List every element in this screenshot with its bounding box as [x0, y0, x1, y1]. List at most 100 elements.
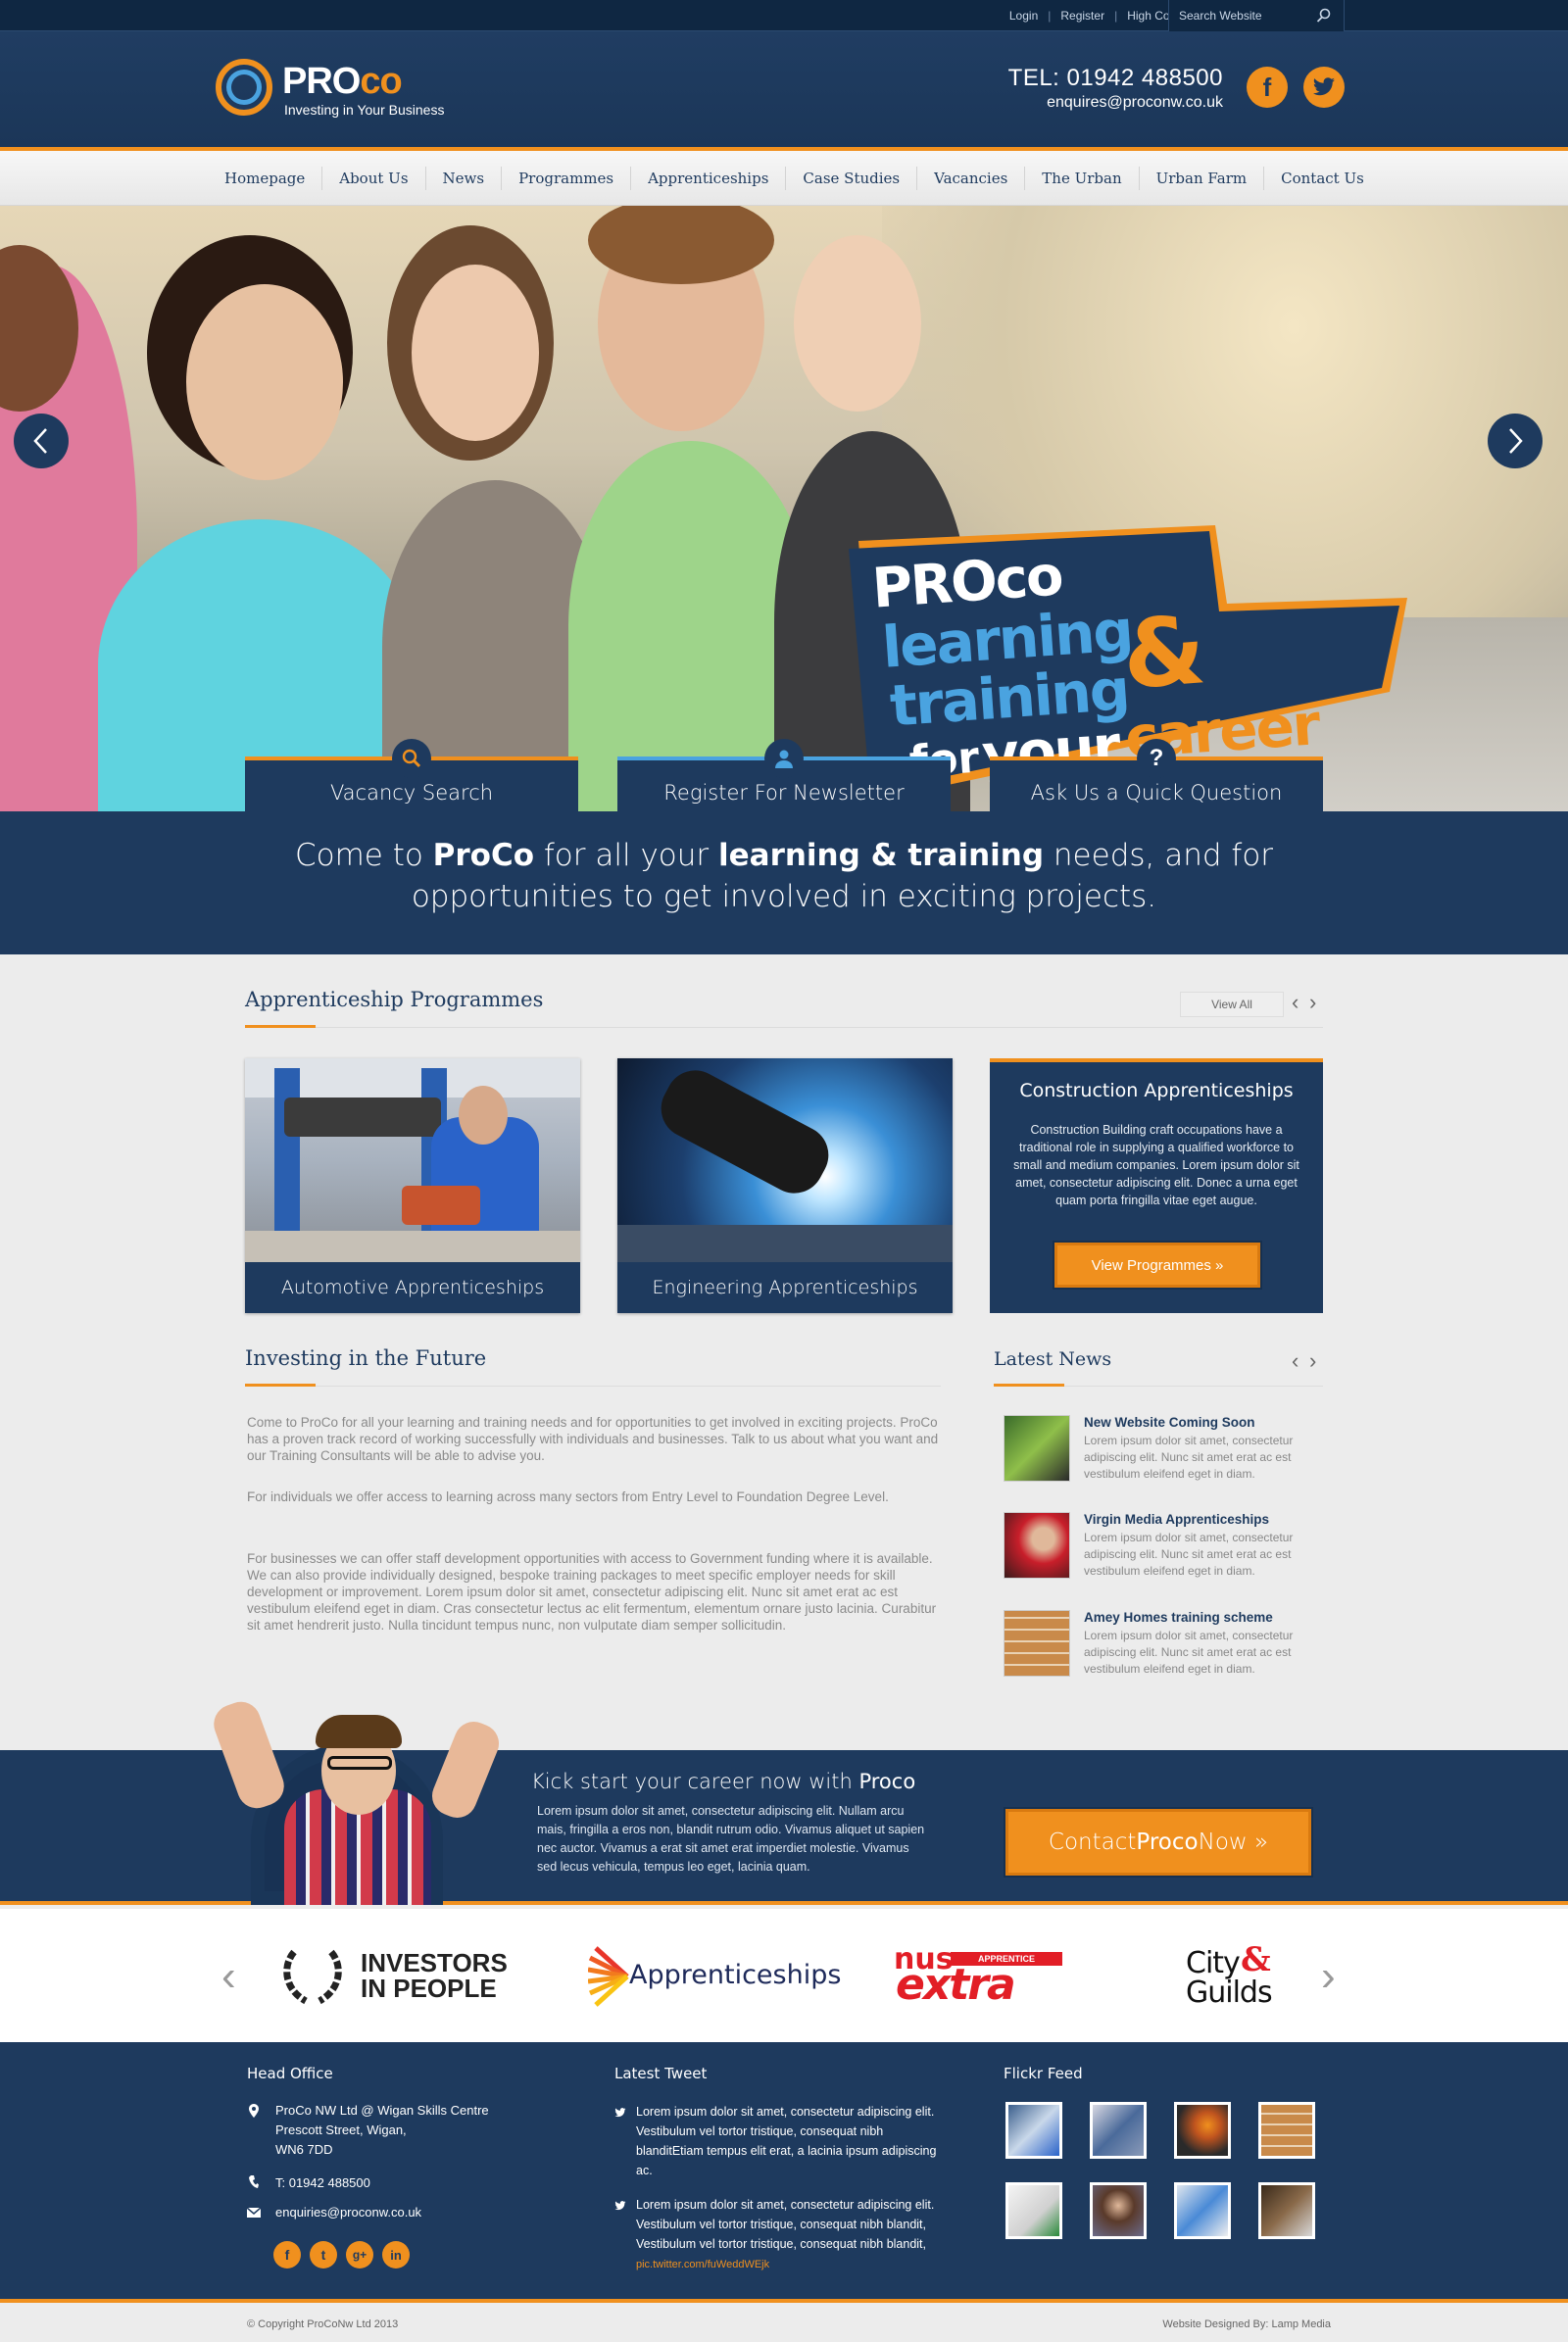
cta-text: Lorem ipsum dolor sit amet, consectetur …: [537, 1804, 925, 1874]
flickr-thumbnail[interactable]: [1005, 2182, 1062, 2239]
news-thumbnail: [1004, 1415, 1070, 1482]
location-pin-icon: [247, 2104, 261, 2121]
chevron-left-icon[interactable]: ‹: [1292, 1348, 1298, 1374]
flickr-thumbnail[interactable]: [1174, 2102, 1231, 2159]
news-title[interactable]: Virgin Media Apprenticeships: [1084, 1512, 1269, 1527]
facebook-icon[interactable]: f: [1247, 67, 1288, 108]
separator: |: [1048, 9, 1052, 23]
search-box: [1168, 0, 1345, 31]
nav-homepage[interactable]: Homepage: [208, 167, 323, 190]
address-line: ProCo NW Ltd @ Wigan Skills Centre: [275, 2103, 489, 2118]
slider-next-button[interactable]: [1488, 414, 1543, 468]
investors-in-people-logo[interactable]: INVESTORS IN PEOPLE: [280, 1940, 508, 2009]
construction-title: Construction Apprenticeships: [1019, 1080, 1294, 1101]
view-all-button[interactable]: View All: [1180, 992, 1284, 1017]
news-excerpt: Lorem ipsum dolor sit amet, consectetur …: [1084, 1629, 1294, 1676]
news-title[interactable]: New Website Coming Soon: [1084, 1415, 1255, 1430]
chevron-right-icon[interactable]: ›: [1321, 1952, 1336, 2001]
news-thumbnail: [1004, 1512, 1070, 1579]
flickr-thumbnail[interactable]: [1005, 2102, 1062, 2159]
head-office-heading: Head Office: [247, 2065, 333, 2082]
intro-line-1: Come to ProCo for all your learning & tr…: [294, 838, 1274, 873]
chevron-right-icon[interactable]: ›: [1309, 990, 1316, 1015]
automotive-image: [245, 1058, 580, 1262]
header-phone: TEL: 01942 488500: [1007, 65, 1223, 91]
nav-contact-us[interactable]: Contact Us: [1264, 167, 1381, 190]
city-and-guilds-logo[interactable]: City & Guilds: [1186, 1940, 1294, 2010]
tweet-text: Lorem ipsum dolor sit amet, consectetur …: [636, 2198, 935, 2270]
heading-underline: [994, 1384, 1064, 1387]
construction-text: Construction Building craft occupations …: [1013, 1123, 1299, 1207]
tweet-link[interactable]: pic.twitter.com/fuWeddWEjk: [636, 2259, 769, 2270]
automotive-card[interactable]: Automotive Apprenticeships: [245, 1058, 580, 1313]
engineering-card[interactable]: Engineering Apprenticeships: [617, 1058, 953, 1313]
logo-ring-icon: [216, 59, 272, 116]
view-programmes-button[interactable]: View Programmes »: [1054, 1243, 1260, 1288]
nav-apprenticeships[interactable]: Apprenticeships: [631, 167, 787, 190]
search-icon[interactable]: [1316, 8, 1332, 24]
flickr-thumbnail[interactable]: [1258, 2182, 1315, 2239]
facebook-icon[interactable]: f: [273, 2241, 301, 2269]
twitter-icon[interactable]: t: [310, 2241, 337, 2269]
logo[interactable]: PROco Investing in Your Business: [216, 57, 470, 125]
separator: |: [1114, 9, 1118, 23]
chevron-right-icon: [1509, 428, 1523, 454]
nav-about-us[interactable]: About Us: [322, 167, 426, 190]
news-item[interactable]: New Website Coming Soon Lorem ipsum dolo…: [1004, 1415, 1323, 1486]
section-title: Apprenticeship Programmes: [245, 988, 544, 1011]
nav-case-studies[interactable]: Case Studies: [786, 167, 918, 190]
mail-icon: [246, 2207, 262, 2220]
google-plus-icon[interactable]: g+: [346, 2241, 373, 2269]
contact-proco-button[interactable]: Contact Proco Now »: [1005, 1809, 1311, 1876]
twitter-icon: [614, 2198, 626, 2216]
flickr-thumbnail[interactable]: [1258, 2102, 1315, 2159]
heading-underline: [245, 1025, 316, 1028]
banner-ampersand: &: [1119, 595, 1209, 710]
investing-paragraph: For businesses we can offer staff develo…: [247, 1551, 937, 1633]
investors-line-1: INVESTORS: [361, 1948, 508, 1977]
engineering-label: Engineering Apprenticeships: [652, 1277, 918, 1298]
chevron-left-icon: [33, 428, 47, 454]
investing-paragraph: Come to ProCo for all your learning and …: [247, 1415, 939, 1463]
flickr-thumbnail[interactable]: [1090, 2102, 1147, 2159]
nav-programmes[interactable]: Programmes: [502, 167, 632, 190]
chevron-left-icon[interactable]: ‹: [221, 1952, 236, 2001]
student-face: [412, 265, 539, 441]
flickr-thumbnail[interactable]: [1090, 2182, 1147, 2239]
news-item[interactable]: Amey Homes training scheme Lorem ipsum d…: [1004, 1610, 1323, 1681]
slider-prev-button[interactable]: [14, 414, 69, 468]
nav-the-urban[interactable]: The Urban: [1025, 167, 1140, 190]
cta-title: Kick start your career now with Proco: [531, 1770, 916, 1793]
footer-email[interactable]: enquiries@proconw.co.uk: [275, 2203, 421, 2222]
news-excerpt: Lorem ipsum dolor sit amet, consectetur …: [1084, 1434, 1294, 1481]
nus-extra-logo[interactable]: nus APPRENTICE extra: [894, 1942, 1070, 2010]
search-input[interactable]: [1179, 9, 1316, 23]
header-email[interactable]: enquires@proconw.co.uk: [1008, 94, 1223, 112]
intro-line-2: opportunities to get involved in excitin…: [411, 879, 1157, 914]
footer-phone: T: 01942 488500: [275, 2175, 370, 2190]
heading-underline: [245, 1384, 316, 1387]
designed-by-text[interactable]: Website Designed By: Lamp Media: [1162, 2318, 1331, 2330]
header-contact: TEL: 01942 488500 enquires@proconw.co.uk: [1008, 65, 1223, 112]
nav-urban-farm[interactable]: Urban Farm: [1140, 167, 1265, 190]
chevron-right-icon[interactable]: ›: [1309, 1348, 1316, 1374]
chevron-left-icon[interactable]: ‹: [1292, 990, 1298, 1015]
twitter-icon[interactable]: [1303, 67, 1345, 108]
phone-icon: [247, 2175, 261, 2192]
twitter-icon: [614, 2105, 626, 2122]
news-title[interactable]: Amey Homes training scheme: [1084, 1610, 1273, 1625]
nav-vacancies[interactable]: Vacancies: [917, 167, 1026, 190]
flickr-feed-heading: Flickr Feed: [1004, 2065, 1083, 2082]
user-icon: [764, 739, 804, 778]
intro-strip: Come to ProCo for all your learning & tr…: [0, 811, 1568, 954]
apprenticeships-logo[interactable]: Apprenticeships: [588, 1942, 841, 2011]
logo-text: PROco: [282, 61, 403, 102]
register-link[interactable]: Register: [1060, 9, 1104, 23]
flickr-thumbnail[interactable]: [1174, 2182, 1231, 2239]
nav-news[interactable]: News: [426, 167, 503, 190]
news-thumbnail: [1004, 1610, 1070, 1677]
linkedin-icon[interactable]: in: [382, 2241, 410, 2269]
investors-line-2: IN PEOPLE: [361, 1974, 497, 2003]
login-link[interactable]: Login: [1009, 9, 1038, 23]
news-item[interactable]: Virgin Media Apprenticeships Lorem ipsum…: [1004, 1512, 1323, 1583]
